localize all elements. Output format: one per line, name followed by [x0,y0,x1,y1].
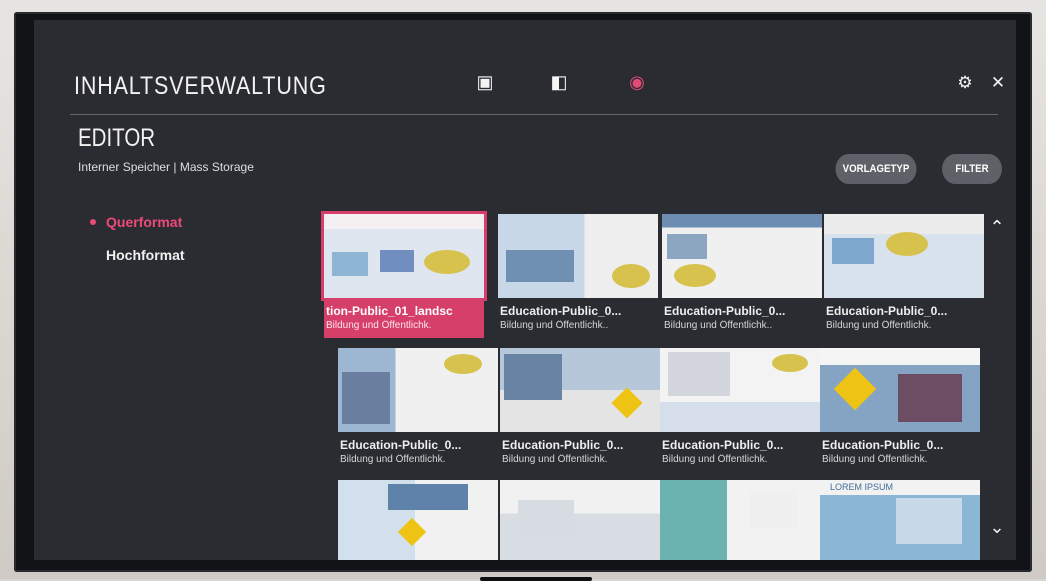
menu-item-portrait[interactable]: Hochformat [90,247,270,263]
template-label-1: tion-Public_01_landsc Bildung und Öffent… [324,300,484,338]
template-subtitle: Bildung und Öffentlichk.. [500,320,609,331]
close-icon[interactable]: ✕ [989,73,1007,92]
schedule-icon-glyph: ◧ [550,71,568,92]
template-title: Education-Public_0... [826,304,948,318]
template-subtitle: Bildung und Öffentlichk. [502,454,608,465]
building-photo [504,354,562,400]
template-thumbnail-7 [660,348,820,432]
template-subtitle: Bildung und Öffentlichk. [826,320,932,331]
menu-item-landscape[interactable]: Querformat [90,214,270,230]
template-label-7: Education-Public_0... Bildung und Öffent… [660,434,820,472]
template-card-6[interactable]: Education-Public_0... Bildung und Öffent… [500,348,660,472]
yellow-object-tile [772,354,808,372]
yellow-object-tile [674,264,716,287]
template-label-3: Education-Public_0... Bildung und Öffent… [662,300,822,338]
building-photo [388,484,468,510]
storage-path: Interner Speicher | Mass Storage [78,160,254,174]
section-title: EDITOR [78,124,156,152]
template-card-4[interactable]: Education-Public_0... Bildung und Öffent… [824,214,984,338]
filter-button[interactable]: FILTER [942,154,1002,184]
template-thumbnail-10 [500,480,660,560]
apple-icon[interactable]: ◉ [626,72,648,92]
template-card-3[interactable]: Education-Public_0... Bildung und Öffent… [662,214,822,338]
template-label-5: Education-Public_0... Bildung und Öffent… [338,434,498,472]
template-thumbnail-2 [498,214,658,298]
template-label-4: Education-Public_0... Bildung und Öffent… [824,300,984,338]
template-thumbnail-9 [338,480,498,560]
photo-tile [832,238,874,264]
schedule-icon[interactable]: ◧ [548,72,570,92]
scroll-down-icon[interactable]: ⌄ [988,517,1006,537]
template-title: Education-Public_0... [662,438,784,452]
template-card-12[interactable]: LOREM IPSUM [820,480,980,560]
content-management-screen: INHALTSVERWALTUNG ▣ ◧ ◉ ⚙ ✕ EDITOR Inter… [34,20,1016,560]
template-type-button[interactable]: VORLAGETYP [835,154,917,184]
yellow-object-tile [444,354,482,374]
train-photo [342,372,390,424]
yellow-object-tile [424,250,470,274]
train-photo [898,374,962,422]
template-thumbnail-8 [820,348,980,432]
photo-tile [332,252,368,276]
template-label-8: Education-Public_0... Bildung und Öffent… [820,434,980,472]
template-card-9[interactable] [338,480,498,560]
text-tile [750,490,798,528]
tv-base-light [480,577,592,581]
menu-item-label: Hochformat [106,247,185,263]
road-sign-icon [397,517,427,547]
template-card-2[interactable]: Education-Public_0... Bildung und Öffent… [498,214,658,338]
lorem-ipsum-label: LOREM IPSUM [830,482,894,492]
photo-tile [667,234,707,259]
people-photo [668,352,730,396]
tv-frame: INHALTSVERWALTUNG ▣ ◧ ◉ ⚙ ✕ EDITOR Inter… [14,12,1032,581]
template-label-6: Education-Public_0... Bildung und Öffent… [500,434,660,472]
selected-dot-icon [90,219,96,225]
header-separator [70,114,998,115]
app-title: INHALTSVERWALTUNG [74,72,327,100]
template-title: Education-Public_0... [664,304,786,318]
scroll-up-icon[interactable]: ⌃ [988,217,1006,237]
template-title: tion-Public_01_landsc [326,304,453,318]
orientation-menu: Querformat Hochformat [90,214,270,280]
template-thumbnail-11 [660,480,820,560]
top-bar: INHALTSVERWALTUNG ▣ ◧ ◉ ⚙ ✕ [34,20,1016,110]
template-card-11[interactable] [660,480,820,560]
people-photo [518,500,574,538]
template-thumbnail-6 [500,348,660,432]
template-card-10[interactable] [500,480,660,560]
template-title: Education-Public_0... [340,438,462,452]
people-photo [896,498,962,544]
template-label-2: Education-Public_0... Bildung und Öffent… [498,300,658,338]
template-grid: tion-Public_01_landsc Bildung und Öffent… [324,214,989,560]
template-thumbnail-3 [662,214,822,298]
yellow-object-tile [612,264,650,288]
photo-tile [380,250,414,272]
template-subtitle: Bildung und Öffentlichk. [822,454,928,465]
template-card-8[interactable]: Education-Public_0... Bildung und Öffent… [820,348,980,472]
template-title: Education-Public_0... [500,304,622,318]
template-card-1[interactable]: tion-Public_01_landsc Bildung und Öffent… [324,214,484,338]
video-icon[interactable]: ▣ [474,72,496,92]
yellow-object-tile [886,232,928,256]
template-thumbnail-5 [338,348,498,432]
building-photo [506,250,574,282]
template-thumbnail-4 [824,214,984,298]
road-sign-icon [833,367,877,411]
template-title: Education-Public_0... [502,438,624,452]
template-card-7[interactable]: Education-Public_0... Bildung und Öffent… [660,348,820,472]
menu-item-label: Querformat [106,214,183,230]
template-subtitle: Bildung und Öffentlichk. [662,454,768,465]
template-title: Education-Public_0... [822,438,944,452]
video-icon-glyph: ▣ [476,71,494,92]
template-card-5[interactable]: Education-Public_0... Bildung und Öffent… [338,348,498,472]
settings-gear-icon[interactable]: ⚙ [956,73,974,92]
template-thumbnail-12: LOREM IPSUM [820,480,980,560]
road-sign-icon [611,387,643,419]
apple-icon-glyph: ◉ [629,71,645,92]
template-subtitle: Bildung und Öffentlichk. [326,320,432,331]
template-subtitle: Bildung und Öffentlichk. [340,454,446,465]
template-thumbnail-1 [324,214,484,298]
template-subtitle: Bildung und Öffentlichk.. [664,320,773,331]
